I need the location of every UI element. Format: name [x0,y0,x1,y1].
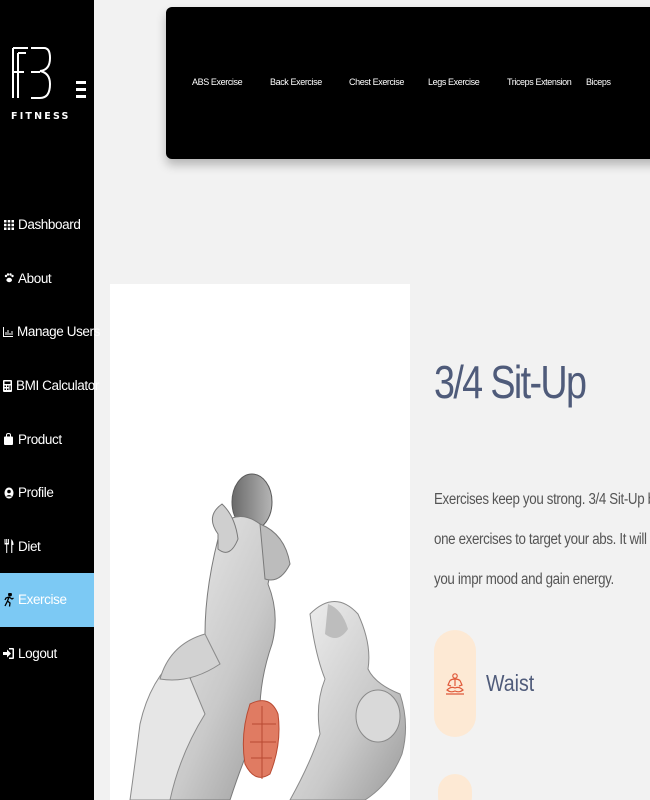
nav-link-legs-exercise[interactable]: Legs Exercise [428,77,480,87]
target-area-label: Waist [486,670,535,696]
sidebar-item-label: Dashboard [18,217,81,233]
sidebar-item-dashboard[interactable]: Dashboard [0,198,94,252]
target-area-badge [434,630,476,737]
paw-icon [3,271,14,285]
sidebar-item-diet[interactable]: Diet [0,520,94,574]
nav-link-chest-exercise[interactable]: Chest Exercise [349,77,404,87]
nav-link-back-exercise[interactable]: Back Exercise [270,77,322,87]
chart-icon [3,325,13,339]
exercise-category-nav: ABS Exercise Back Exercise Chest Exercis… [166,7,650,159]
utensils-icon [3,539,14,554]
sidebar-item-bmi-calculator[interactable]: BMI Calculator [0,359,99,413]
secondary-target-badge [438,774,472,800]
sidebar-item-about[interactable]: About [0,252,94,306]
calculator-icon [3,379,12,393]
sidebar-item-label: Exercise [18,592,67,608]
fb-logo [12,47,52,99]
situp-figure-image [129,473,406,800]
brand-name: FITNESS [11,111,71,122]
meditation-icon [446,672,464,695]
sidebar: FITNESS Dashboard About Manage Users BMI… [0,0,100,800]
sidebar-item-label: Manage Users [17,324,100,340]
sidebar-item-label: Logout [18,646,57,662]
sidebar-menu: Dashboard About Manage Users BMI Calcula… [0,198,100,681]
exercise-illustration [110,284,410,800]
nav-link-abs-exercise[interactable]: ABS Exercise [192,77,243,87]
sidebar-item-label: BMI Calculator [16,378,99,394]
sidebar-item-product[interactable]: Product [0,412,94,466]
nav-link-triceps-extension[interactable]: Triceps Extension [507,77,572,87]
exercise-description: Exercises keep you strong. 3/4 Sit-Up bu… [434,491,650,588]
nav-link-biceps[interactable]: Biceps [586,77,611,87]
sidebar-item-logout[interactable]: Logout [0,627,94,681]
sidebar-item-profile[interactable]: Profile [0,466,94,520]
running-icon [3,592,14,607]
sidebar-item-exercise[interactable]: Exercise [0,573,94,627]
sidebar-item-manage-users[interactable]: Manage Users [0,305,100,359]
bag-icon [3,432,14,446]
grid-icon [3,218,14,232]
exercise-title: 3/4 Sit-Up [434,356,587,408]
user-icon [3,486,14,500]
sidebar-item-label: About [18,270,52,286]
sidebar-item-label: Diet [18,538,41,554]
hamburger-menu-icon[interactable] [76,81,86,101]
logout-icon [3,647,14,661]
sidebar-item-label: Profile [18,485,54,501]
sidebar-item-label: Product [18,431,62,447]
